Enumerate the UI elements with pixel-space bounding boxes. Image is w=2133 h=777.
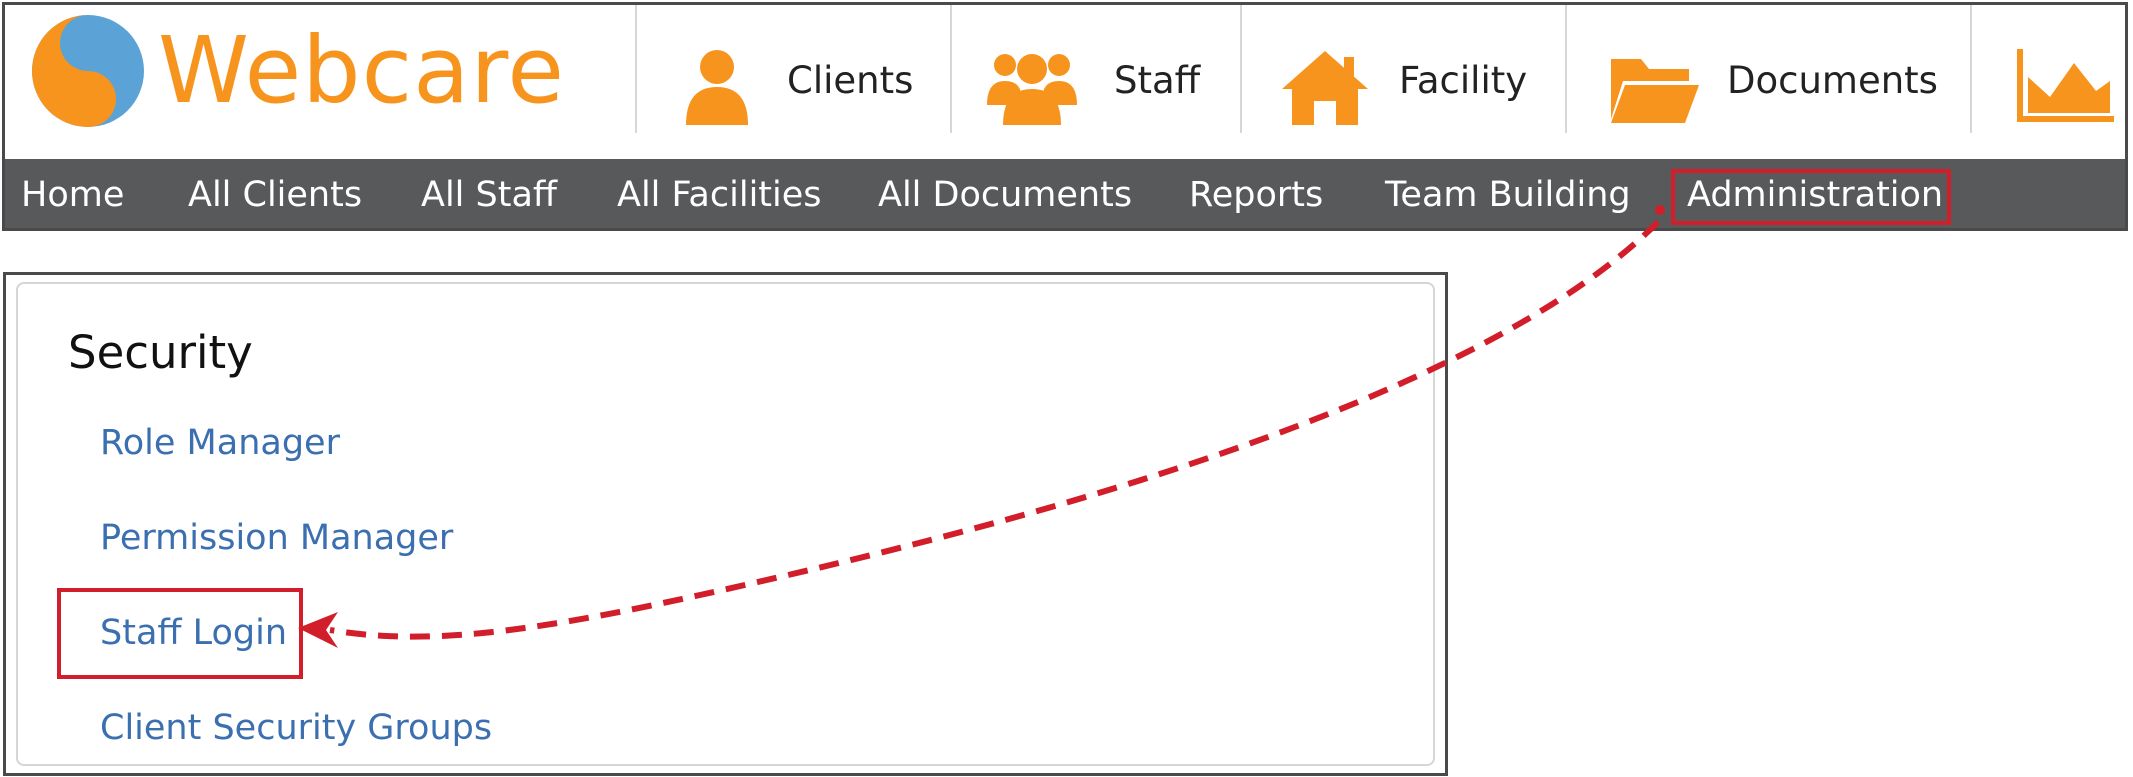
nav-home[interactable]: Home [21, 159, 124, 228]
module-label: Documents [1727, 59, 1938, 102]
logo-text: Webcare [158, 17, 565, 124]
logo-mark-icon [32, 15, 144, 127]
module-bar: Webcare Clients Staff Facility Documents [5, 5, 2125, 159]
nav-all-clients[interactable]: All Clients [188, 159, 362, 228]
client-security-groups-link[interactable]: Client Security Groups [100, 708, 492, 748]
module-label: Facility [1399, 59, 1528, 102]
module-tab-clients[interactable]: Clients [635, 5, 950, 133]
role-manager-link[interactable]: Role Manager [100, 423, 340, 463]
folder-icon [1611, 59, 1699, 123]
module-tab-reports[interactable] [1970, 5, 2125, 133]
module-label: Clients [787, 59, 914, 102]
module-tab-facility[interactable]: Facility [1240, 5, 1565, 133]
group-icon [987, 54, 1077, 125]
app-window: Webcare Clients Staff Facility Documents… [2, 2, 2128, 231]
nav-reports[interactable]: Reports [1189, 159, 1323, 228]
nav-all-documents[interactable]: All Documents [878, 159, 1132, 228]
administration-highlight [1671, 169, 1951, 225]
area-chart-icon [2017, 49, 2114, 122]
main-nav: Home All Clients All Staff All Facilitie… [5, 159, 2125, 228]
module-tab-staff[interactable]: Staff [950, 5, 1240, 133]
permission-manager-link[interactable]: Permission Manager [100, 518, 453, 558]
house-icon [1282, 51, 1368, 125]
module-tab-documents[interactable]: Documents [1565, 5, 1970, 133]
person-icon [686, 50, 748, 125]
webcare-logo[interactable]: Webcare [30, 13, 570, 133]
security-card: Security Role Manager Permission Manager… [16, 282, 1435, 766]
panel-title: Security [68, 326, 253, 379]
staff-login-highlight [57, 588, 303, 679]
nav-all-facilities[interactable]: All Facilities [617, 159, 822, 228]
nav-all-staff[interactable]: All Staff [421, 159, 557, 228]
nav-team-building[interactable]: Team Building [1385, 159, 1631, 228]
module-label: Staff [1114, 59, 1201, 102]
security-panel: Security Role Manager Permission Manager… [3, 272, 1448, 776]
